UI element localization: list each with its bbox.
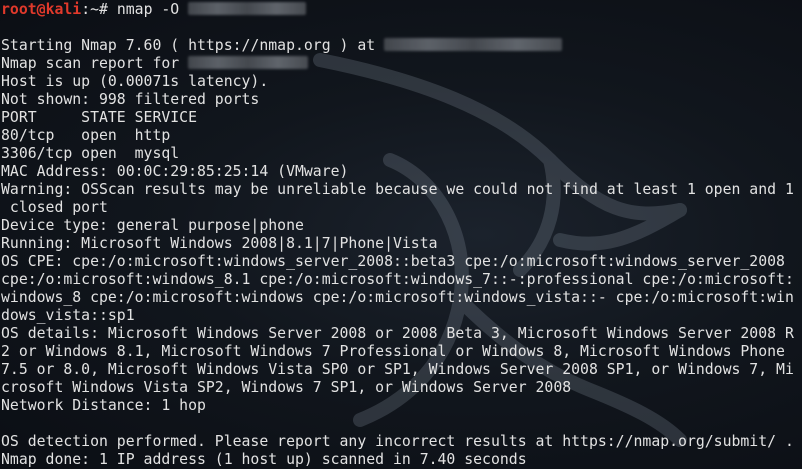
redacted-ip	[188, 2, 307, 15]
output-line-os-cpe: dows_vista::sp1	[1, 307, 135, 324]
redacted-target	[188, 56, 309, 69]
command-text: nmap -O	[116, 1, 189, 18]
output-line-os-details: crosoft Windows Vista SP2, Windows 7 SP1…	[1, 379, 572, 396]
prompt-symbol: #	[99, 1, 117, 18]
output-line-not-shown: Not shown: 998 filtered ports	[1, 91, 260, 108]
output-line-host-up: Host is up (0.00071s latency).	[1, 73, 269, 90]
output-line-mac: MAC Address: 00:0C:29:85:25:14 (VMware)	[1, 163, 349, 180]
output-line-starting: Starting Nmap 7.60 ( https://nmap.org ) …	[1, 37, 794, 55]
command-prompt-line: root@kali:~# nmap -O	[1, 1, 794, 19]
prompt-path: :~	[81, 1, 100, 18]
output-line-warning-cont: closed port	[1, 199, 108, 216]
output-line-done: Nmap done: 1 IP address (1 host up) scan…	[1, 451, 527, 468]
redacted-timestamp	[384, 38, 563, 51]
output-line-os-details: OS details: Microsoft Windows Server 200…	[1, 325, 794, 342]
output-line-os-details: 7.5 or 8.0, Microsoft Windows Vista SP0 …	[1, 361, 794, 378]
output-line-os-detection: OS detection performed. Please report an…	[1, 433, 794, 450]
starting-text: Starting Nmap 7.60 ( https://nmap.org ) …	[1, 37, 385, 54]
prompt-at: @	[36, 1, 46, 18]
output-line-warning: Warning: OSScan results may be unreliabl…	[1, 181, 794, 198]
output-line-os-cpe: cpe:/o:microsoft:windows_8.1 cpe:/o:micr…	[1, 271, 794, 288]
prompt-host: kali	[45, 1, 82, 18]
output-line-network-distance: Network Distance: 1 hop	[1, 397, 206, 414]
scan-report-text: Nmap scan report for	[1, 55, 189, 72]
output-line-os-cpe: windows_8 cpe:/o:microsoft:windows cpe:/…	[1, 289, 794, 306]
terminal-output: root@kali:~# nmap -O Starting Nmap 7.60 …	[1, 1, 794, 469]
output-line-os-cpe: OS CPE: cpe:/o:microsoft:windows_server_…	[1, 253, 785, 270]
port-table-header: PORT STATE SERVICE	[1, 109, 197, 126]
port-row: 3306/tcp open mysql	[1, 145, 180, 162]
output-line-running: Running: Microsoft Windows 2008|8.1|7|Ph…	[1, 235, 438, 252]
terminal-window[interactable]: root@kali:~# nmap -O Starting Nmap 7.60 …	[0, 0, 802, 469]
output-line-device-type: Device type: general purpose|phone	[1, 217, 304, 234]
output-line-os-details: 2 or Windows 8.1, Microsoft Windows 7 Pr…	[1, 343, 785, 360]
output-line-scan-report: Nmap scan report for	[1, 55, 794, 73]
prompt-user: root	[1, 1, 37, 18]
port-row: 80/tcp open http	[1, 127, 171, 144]
